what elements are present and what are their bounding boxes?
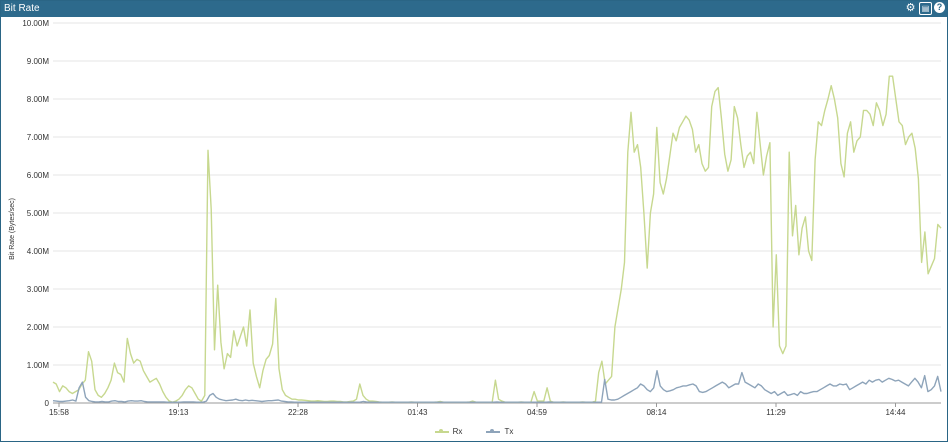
x-tick-label: 08:14 (646, 408, 667, 417)
x-tick-label: 22:28 (288, 408, 309, 417)
gear-icon[interactable]: ⚙ (904, 2, 917, 15)
y-tick-label: 2.00M (27, 323, 50, 332)
chart-legend: Rx Tx (1, 427, 947, 436)
x-tick-label: 15:58 (49, 408, 70, 417)
x-tick-label: 04:59 (527, 408, 548, 417)
panel-titlebar: Bit Rate ⚙ ▤ ? (1, 1, 947, 17)
legend-item-rx[interactable]: Rx (434, 427, 463, 436)
y-tick-label: 8.00M (27, 95, 50, 104)
y-tick-label: 4.00M (27, 247, 50, 256)
x-axis: 15:58 19:13 22:28 01:43 04:59 08:14 11:29 14:44 (49, 403, 906, 417)
panel-title: Bit Rate (4, 3, 40, 14)
x-tick-label: 14:44 (885, 408, 906, 417)
series-line-rx[interactable] (52, 75, 942, 403)
y-axis-label: Bit Rate (Bytes/sec) (9, 198, 16, 260)
legend-swatch-tx (486, 428, 501, 433)
legend-swatch-rx (434, 428, 449, 433)
chart-grid (53, 22, 941, 404)
legend-item-tx[interactable]: Tx (486, 427, 513, 436)
y-axis: 0 1.00M 2.00M 3.00M 4.00M 5.00M 6.00M 7.00M 8.00… (22, 19, 49, 408)
x-tick-label: 11:29 (766, 408, 786, 417)
export-icon[interactable]: ▤ (919, 2, 932, 15)
chart-series (52, 75, 942, 403)
x-tick-label: 01:43 (407, 408, 428, 417)
panel-toolbar: ⚙ ▤ ? (904, 2, 945, 16)
help-icon[interactable]: ? (934, 2, 945, 13)
bit-rate-panel: Bit Rate ⚙ ▤ ? 0 1.00M 2.00M 3.00M 4.00M 5.00… (0, 0, 948, 442)
y-tick-label: 1.00M (27, 361, 50, 370)
y-tick-label: 10.00M (22, 19, 49, 28)
x-tick-label: 19:13 (168, 408, 189, 417)
y-tick-label: 6.00M (27, 171, 50, 180)
y-tick-label: 0 (45, 399, 50, 408)
y-tick-label: 5.00M (27, 209, 50, 218)
legend-label-tx: Tx (504, 427, 514, 436)
legend-label-rx: Rx (452, 427, 463, 436)
y-tick-label: 7.00M (27, 133, 50, 142)
y-tick-label: 9.00M (27, 57, 50, 66)
y-tick-label: 3.00M (27, 285, 50, 294)
bit-rate-chart: 0 1.00M 2.00M 3.00M 4.00M 5.00M 6.00M 7.00M 8.00… (9, 19, 942, 417)
